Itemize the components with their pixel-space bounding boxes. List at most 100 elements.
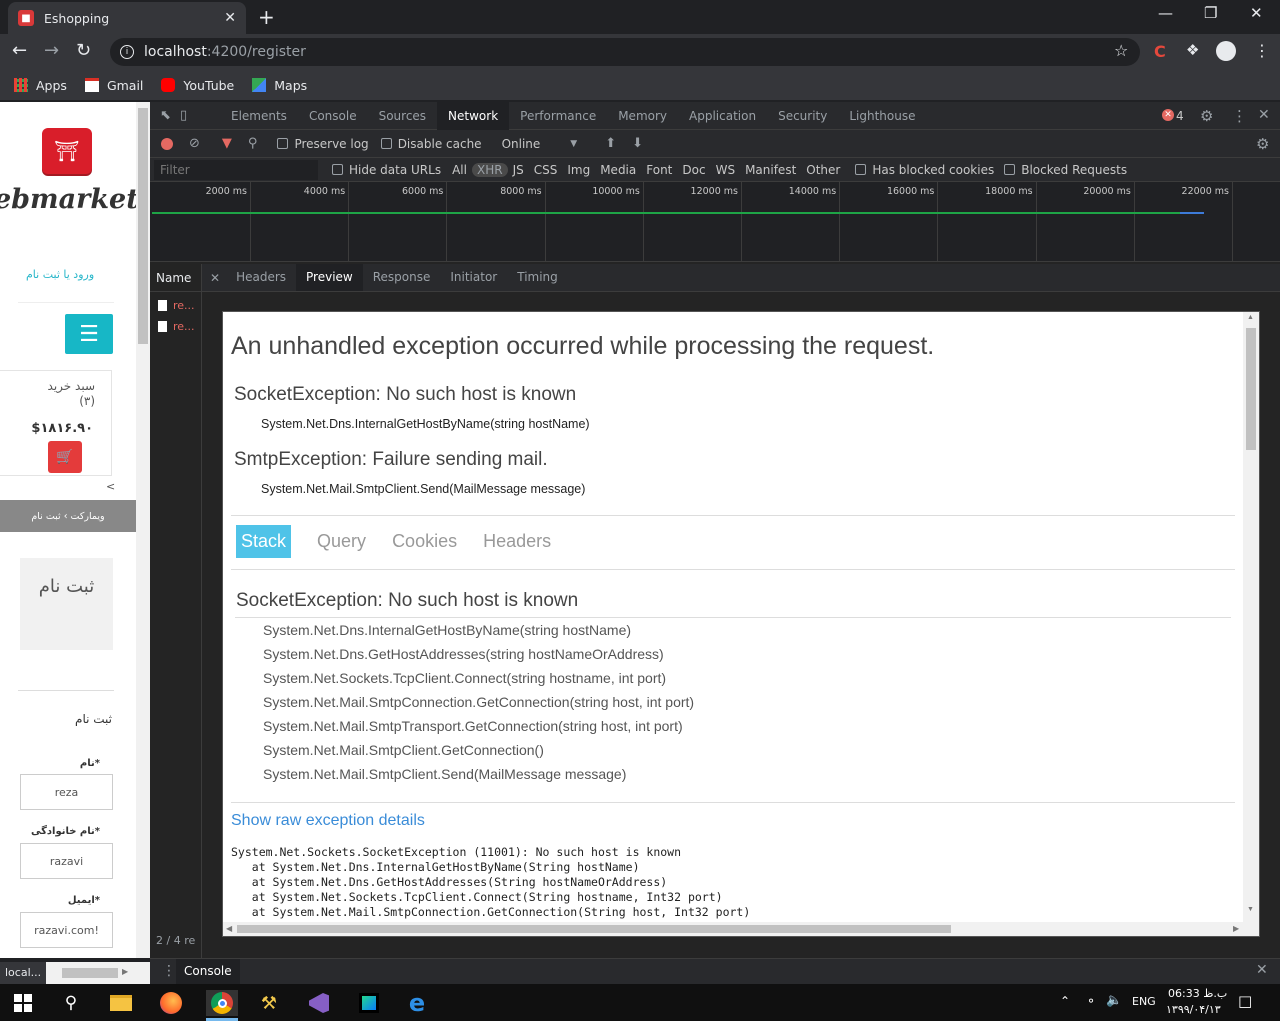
- close-tab-icon[interactable]: ✕: [224, 10, 236, 26]
- back-icon[interactable]: ←: [12, 40, 27, 61]
- type-filter-xhr[interactable]: XHR: [471, 162, 508, 177]
- type-filter-media[interactable]: Media: [595, 163, 641, 177]
- forward-icon[interactable]: →: [44, 40, 59, 61]
- tab-application[interactable]: Application: [678, 102, 767, 130]
- page-hscroll-thumb[interactable]: [62, 968, 118, 978]
- wifi-icon[interactable]: ⚬: [1086, 994, 1096, 1008]
- login-register-link[interactable]: ورود یا ثبت نام: [26, 268, 94, 281]
- tab-lighthouse[interactable]: Lighthouse: [838, 102, 926, 130]
- bookmark-maps[interactable]: Maps: [252, 78, 307, 93]
- cart-button[interactable]: 🛒: [48, 441, 82, 473]
- stack-frame[interactable]: System.Net.Mail.SmtpClient.Send(MailMess…: [263, 766, 626, 782]
- tab-network[interactable]: Network: [437, 101, 510, 130]
- preserve-log-checkbox[interactable]: [277, 138, 289, 149]
- hamburger-menu-button[interactable]: ☰: [65, 314, 113, 354]
- request-row[interactable]: re...: [150, 295, 201, 316]
- chrome-menu-icon[interactable]: ⋮: [1254, 41, 1270, 60]
- throttling-select[interactable]: Online: [502, 137, 541, 151]
- bookmark-youtube[interactable]: YouTube: [161, 78, 234, 93]
- tab-console[interactable]: Console: [298, 102, 368, 130]
- tray-chevron-up-icon[interactable]: ⌃: [1060, 994, 1070, 1008]
- tab-query[interactable]: Query: [305, 525, 378, 558]
- type-filter-font[interactable]: Font: [641, 163, 677, 177]
- record-icon[interactable]: [161, 137, 173, 150]
- minimize-icon[interactable]: —: [1158, 4, 1173, 22]
- webstorm-icon[interactable]: [356, 990, 382, 1016]
- filter-input[interactable]: Filter: [154, 159, 318, 180]
- file-explorer-icon[interactable]: [108, 990, 134, 1016]
- import-har-icon[interactable]: ⬆: [605, 136, 616, 151]
- type-filter-img[interactable]: Img: [562, 163, 595, 177]
- export-har-icon[interactable]: ⬇: [632, 136, 643, 151]
- last-name-field[interactable]: razavi: [20, 843, 113, 879]
- tab-elements[interactable]: Elements: [220, 102, 298, 130]
- browser-tab[interactable]: ■ Eshopping ✕: [8, 2, 246, 34]
- tab-preview[interactable]: Preview: [296, 264, 363, 291]
- bookmark-star-icon[interactable]: ☆: [1114, 41, 1128, 60]
- bookmark-apps[interactable]: Apps: [14, 78, 67, 93]
- drawer-tab-console[interactable]: Console: [176, 959, 240, 984]
- preview-horizontal-scrollbar[interactable]: ◀ ▶: [223, 922, 1245, 936]
- drawer-menu-icon[interactable]: ⋮: [162, 963, 176, 979]
- type-filter-css[interactable]: CSS: [529, 163, 563, 177]
- close-detail-icon[interactable]: ✕: [210, 271, 220, 285]
- tab-headers[interactable]: Headers: [226, 264, 296, 291]
- show-raw-details-link[interactable]: Show raw exception details: [231, 812, 425, 830]
- network-overview-timeline[interactable]: 2000 ms 4000 ms 6000 ms 8000 ms 10000 ms 1200…: [150, 182, 1280, 262]
- scroll-down-icon[interactable]: ▼: [1247, 906, 1254, 913]
- tab-timing[interactable]: Timing: [507, 264, 568, 291]
- tab-performance[interactable]: Performance: [509, 102, 607, 130]
- stack-frame[interactable]: System.Net.Sockets.TcpClient.Connect(str…: [263, 670, 666, 686]
- page-scrollbar-thumb[interactable]: [138, 108, 148, 344]
- preview-vertical-scrollbar[interactable]: ▲ ▼: [1243, 312, 1259, 936]
- tab-memory[interactable]: Memory: [607, 102, 678, 130]
- preview-hscroll-thumb[interactable]: [237, 925, 951, 933]
- settings-gear-icon[interactable]: ⚙: [1200, 107, 1213, 125]
- tab-stack[interactable]: Stack: [236, 525, 292, 558]
- preview-scrollbar-thumb[interactable]: [1246, 328, 1256, 450]
- chevron-left-icon[interactable]: <: [106, 480, 115, 493]
- language-indicator[interactable]: ENG: [1132, 995, 1156, 1008]
- filter-funnel-icon[interactable]: ▼: [222, 136, 232, 151]
- maximize-icon[interactable]: ❐: [1204, 4, 1217, 22]
- stack-frame[interactable]: System.Net.Mail.SmtpTransport.GetConnect…: [263, 718, 683, 734]
- edge-icon[interactable]: e: [404, 989, 430, 1017]
- blocked-requests-checkbox[interactable]: [1004, 164, 1016, 175]
- scroll-right-icon[interactable]: ▶: [1233, 924, 1239, 933]
- address-bar[interactable]: i localhost:4200/register ☆: [110, 38, 1140, 66]
- page-scrollbar[interactable]: [136, 102, 150, 958]
- type-filter-js[interactable]: JS: [508, 163, 529, 177]
- type-filter-other[interactable]: Other: [801, 163, 845, 177]
- clock-time[interactable]: 06:33 ب.ظ: [1168, 987, 1227, 1000]
- tab-security[interactable]: Security: [767, 102, 838, 130]
- tab-headers-preview[interactable]: Headers: [471, 525, 563, 558]
- first-name-field[interactable]: reza: [20, 774, 113, 810]
- hide-data-urls-checkbox[interactable]: [332, 164, 343, 175]
- clear-icon[interactable]: ⊘: [189, 136, 200, 151]
- type-filter-manifest[interactable]: Manifest: [740, 163, 801, 177]
- scroll-left-icon[interactable]: ◀: [226, 924, 232, 933]
- chevron-down-icon[interactable]: ▼: [570, 139, 577, 149]
- site-info-icon[interactable]: i: [120, 45, 134, 59]
- email-field[interactable]: razavi.com!: [20, 912, 113, 948]
- notifications-icon[interactable]: □: [1238, 992, 1252, 1010]
- scroll-right-icon[interactable]: ▶: [122, 967, 128, 976]
- extensions-puzzle-icon[interactable]: ❖: [1186, 41, 1199, 59]
- volume-icon[interactable]: 🔈: [1106, 993, 1122, 1008]
- reload-icon[interactable]: ↻: [76, 40, 91, 61]
- inspect-element-icon[interactable]: ⬉: [160, 108, 180, 123]
- firefox-icon[interactable]: [158, 990, 184, 1016]
- tool-app-icon[interactable]: ⚒: [256, 990, 282, 1016]
- close-drawer-icon[interactable]: ✕: [1256, 962, 1268, 978]
- type-filter-all[interactable]: All: [447, 163, 472, 177]
- clock-date[interactable]: ۱۳۹۹/۰۴/۱۳: [1166, 1003, 1221, 1016]
- stack-frame[interactable]: System.Net.Mail.SmtpClient.GetConnection…: [263, 742, 544, 758]
- devtools-menu-icon[interactable]: ⋮: [1232, 107, 1247, 125]
- close-window-icon[interactable]: ✕: [1250, 4, 1263, 22]
- error-icon[interactable]: ✕: [1162, 109, 1174, 121]
- tab-initiator[interactable]: Initiator: [440, 264, 507, 291]
- type-filter-doc[interactable]: Doc: [677, 163, 710, 177]
- device-toolbar-icon[interactable]: ▯: [180, 108, 200, 123]
- bookmark-gmail[interactable]: Gmail: [84, 78, 143, 93]
- search-icon[interactable]: ⚲: [248, 136, 258, 151]
